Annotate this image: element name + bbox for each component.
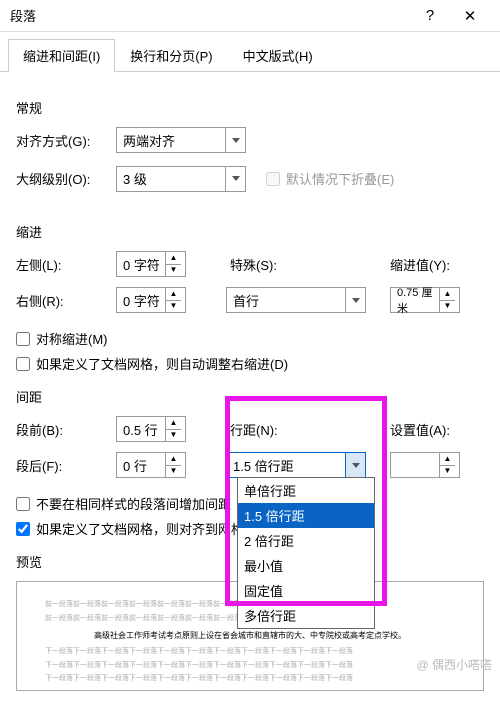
tab-indent-spacing[interactable]: 缩进和间距(I) [8, 39, 115, 72]
spacing-grid-checkbox[interactable] [16, 522, 30, 536]
mirror-indent-label: 对称缩进(M) [36, 329, 108, 348]
tab-cjk[interactable]: 中文版式(H) [228, 39, 328, 72]
tab-bar: 缩进和间距(I) 换行和分页(P) 中文版式(H) [0, 32, 500, 72]
right-indent-spin[interactable]: 0 字符 ▲▼ [116, 287, 186, 313]
spin-up-icon[interactable]: ▲ [166, 453, 181, 466]
dialog-title: 段落 [10, 6, 410, 25]
nostyle-space-checkbox[interactable] [16, 497, 30, 511]
align-value: 两端对齐 [123, 131, 175, 150]
dropdown-item-double[interactable]: 2 倍行距 [238, 528, 374, 553]
dropdown-item-atleast[interactable]: 最小值 [238, 553, 374, 578]
chevron-down-icon[interactable] [345, 453, 365, 477]
line-spacing-dropdown: 单倍行距 1.5 倍行距 2 倍行距 最小值 固定值 多倍行距 [237, 477, 375, 629]
align-combo[interactable]: 两端对齐 [116, 127, 246, 153]
dropdown-item-exact[interactable]: 固定值 [238, 578, 374, 603]
outline-label: 大纲级别(O): [16, 169, 116, 188]
section-general: 常规 [16, 98, 484, 117]
line-spacing-combo[interactable]: 1.5 倍行距 [226, 452, 366, 478]
section-spacing: 间距 [16, 387, 484, 406]
spin-down-icon[interactable]: ▼ [440, 466, 455, 478]
at-label: 设置值(A): [390, 420, 460, 439]
mirror-indent-checkbox[interactable] [16, 332, 30, 346]
indent-grid-checkbox[interactable] [16, 357, 30, 371]
spin-down-icon[interactable]: ▼ [166, 301, 181, 313]
before-spin[interactable]: 0.5 行 ▲▼ [116, 416, 186, 442]
tab-line-page[interactable]: 换行和分页(P) [115, 39, 227, 72]
dropdown-item-1-5[interactable]: 1.5 倍行距 [238, 503, 374, 528]
dropdown-item-single[interactable]: 单倍行距 [238, 478, 374, 503]
dropdown-item-multiple[interactable]: 多倍行距 [238, 603, 374, 628]
chevron-down-icon[interactable] [225, 128, 245, 152]
spin-down-icon[interactable]: ▼ [166, 466, 181, 478]
right-indent-label: 右侧(R): [16, 291, 116, 310]
collapse-checkbox [266, 172, 280, 186]
before-label: 段前(B): [16, 420, 116, 439]
indent-by-spin[interactable]: 0.75 厘米 ▲▼ [390, 287, 460, 313]
spin-up-icon[interactable]: ▲ [440, 288, 455, 301]
align-label: 对齐方式(G): [16, 131, 116, 150]
chevron-down-icon[interactable] [225, 167, 245, 191]
left-indent-spin[interactable]: 0 字符 ▲▼ [116, 251, 186, 277]
watermark: @ 偶西小嗒嗒 [416, 656, 492, 673]
outline-combo[interactable]: 3 级 [116, 166, 246, 192]
chevron-down-icon[interactable] [345, 288, 365, 312]
left-indent-label: 左侧(L): [16, 255, 116, 274]
special-combo[interactable]: 首行 [226, 287, 366, 313]
indent-by-label: 缩进值(Y): [390, 255, 460, 274]
spin-up-icon[interactable]: ▲ [166, 288, 181, 301]
section-indent: 缩进 [16, 222, 484, 241]
close-button[interactable]: ✕ [450, 0, 490, 32]
at-spin[interactable]: ▲▼ [390, 452, 460, 478]
spin-up-icon[interactable]: ▲ [166, 252, 181, 265]
special-label: 特殊(S): [226, 255, 366, 274]
indent-grid-label: 如果定义了文档网格，则自动调整右缩进(D) [36, 354, 288, 373]
spin-down-icon[interactable]: ▼ [166, 265, 181, 277]
spin-down-icon[interactable]: ▼ [166, 430, 181, 442]
after-label: 段后(F): [16, 456, 116, 475]
spin-up-icon[interactable]: ▲ [440, 453, 455, 466]
spin-down-icon[interactable]: ▼ [440, 301, 455, 313]
line-spacing-label: 行距(N): [226, 420, 366, 439]
spacing-grid-label: 如果定义了文档网格，则对齐到网格 [36, 519, 244, 538]
help-button[interactable]: ? [410, 0, 450, 32]
after-spin[interactable]: 0 行 ▲▼ [116, 452, 186, 478]
collapse-label: 默认情况下折叠(E) [286, 169, 394, 188]
spin-up-icon[interactable]: ▲ [166, 417, 181, 430]
nostyle-space-label: 不要在相同样式的段落间增加间距 [36, 494, 231, 513]
outline-value: 3 级 [123, 169, 147, 188]
